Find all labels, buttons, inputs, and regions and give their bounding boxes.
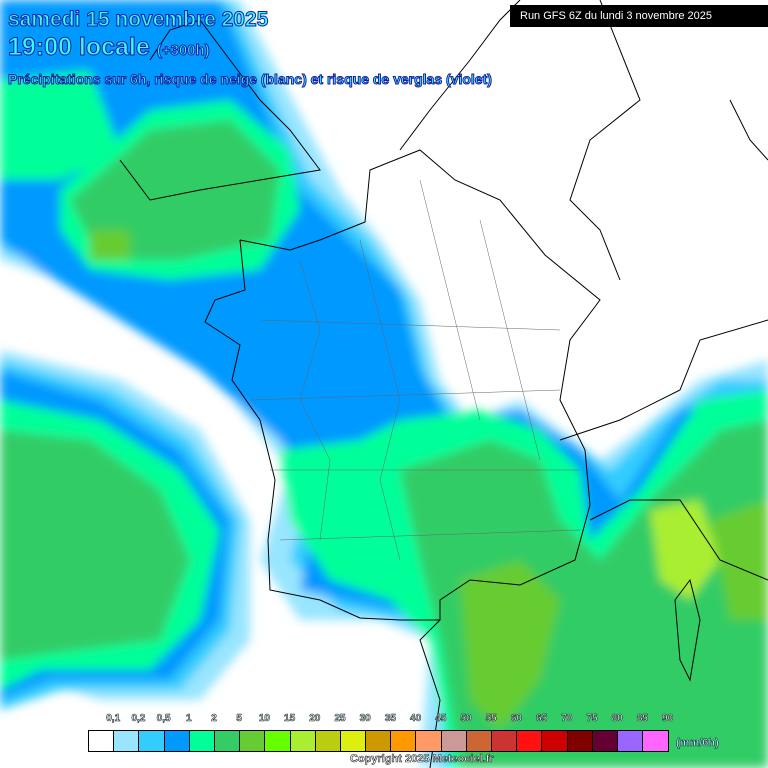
legend-label: 1 — [186, 713, 192, 725]
legend-label: 90 — [662, 713, 674, 725]
legend-swatch — [466, 731, 492, 751]
lead-time: (+300h) — [156, 42, 210, 60]
legend-label: 50 — [460, 713, 472, 725]
legend-label: 25 — [334, 713, 346, 725]
legend-label: 55 — [485, 713, 497, 725]
model-run-label: Run GFS 6Z du lundi 3 novembre 2025 — [510, 5, 768, 27]
legend-swatch — [214, 731, 241, 751]
legend-swatch — [265, 731, 291, 751]
legend-label: 0,2 — [131, 713, 146, 725]
legend-label: 10 — [258, 713, 271, 725]
legend-label: 45 — [435, 713, 447, 725]
legend-swatch — [492, 731, 518, 751]
legend-swatch — [643, 731, 669, 751]
legend-swatch — [391, 731, 417, 751]
legend-swatch — [542, 731, 568, 751]
legend-label: 2 — [211, 713, 217, 725]
legend-label: 70 — [561, 713, 573, 725]
local-time: 19:00 locale — [8, 33, 151, 62]
legend-swatch — [340, 731, 367, 751]
precipitation-field — [0, 0, 768, 768]
legend-label: 75 — [586, 713, 598, 725]
legend-unit: (mm/6h) — [676, 737, 719, 750]
precipitation-map — [0, 0, 768, 768]
legend-label: 15 — [284, 713, 296, 725]
legend-label: 20 — [309, 713, 321, 725]
legend-label: 85 — [636, 713, 649, 725]
legend-swatch — [164, 731, 190, 751]
legend-swatch — [567, 731, 593, 751]
legend-label: 80 — [611, 713, 623, 725]
legend-label: 35 — [384, 713, 397, 725]
legend-swatch — [315, 731, 341, 751]
legend-label: 0,5 — [156, 713, 171, 725]
legend-label: 5 — [236, 713, 242, 725]
legend-swatch — [240, 731, 266, 751]
legend-label: 30 — [359, 713, 371, 725]
legend-swatch — [114, 731, 140, 751]
legend-label: 60 — [510, 713, 523, 725]
color-legend — [88, 730, 670, 752]
legend-swatch — [617, 731, 644, 751]
legend-label: 40 — [410, 713, 422, 725]
legend-swatch — [441, 731, 467, 751]
legend-swatch — [416, 731, 442, 751]
forecast-time: 19:00 locale (+300h) — [8, 33, 211, 62]
forecast-date: samedi 15 novembre 2025 — [7, 8, 269, 32]
legend-swatch — [290, 731, 316, 751]
legend-swatch — [189, 731, 215, 751]
copyright: Copyright 2025 Meteociel.fr — [350, 753, 494, 766]
legend-label: 0,1 — [106, 713, 121, 725]
map-subtitle: Précipitations sur 6h, risque de neige (… — [8, 71, 493, 88]
legend-swatch — [592, 731, 618, 751]
legend-swatch — [517, 731, 543, 751]
legend-labels: 0,1 0,2 0,5 1 2 5 10 15 20 25 30 35 40 45 50 55 60 65 70 75… — [88, 713, 674, 727]
legend-swatch — [366, 731, 392, 751]
legend-swatch — [89, 731, 115, 751]
legend-label: 65 — [536, 713, 548, 725]
legend-swatch — [139, 731, 165, 751]
